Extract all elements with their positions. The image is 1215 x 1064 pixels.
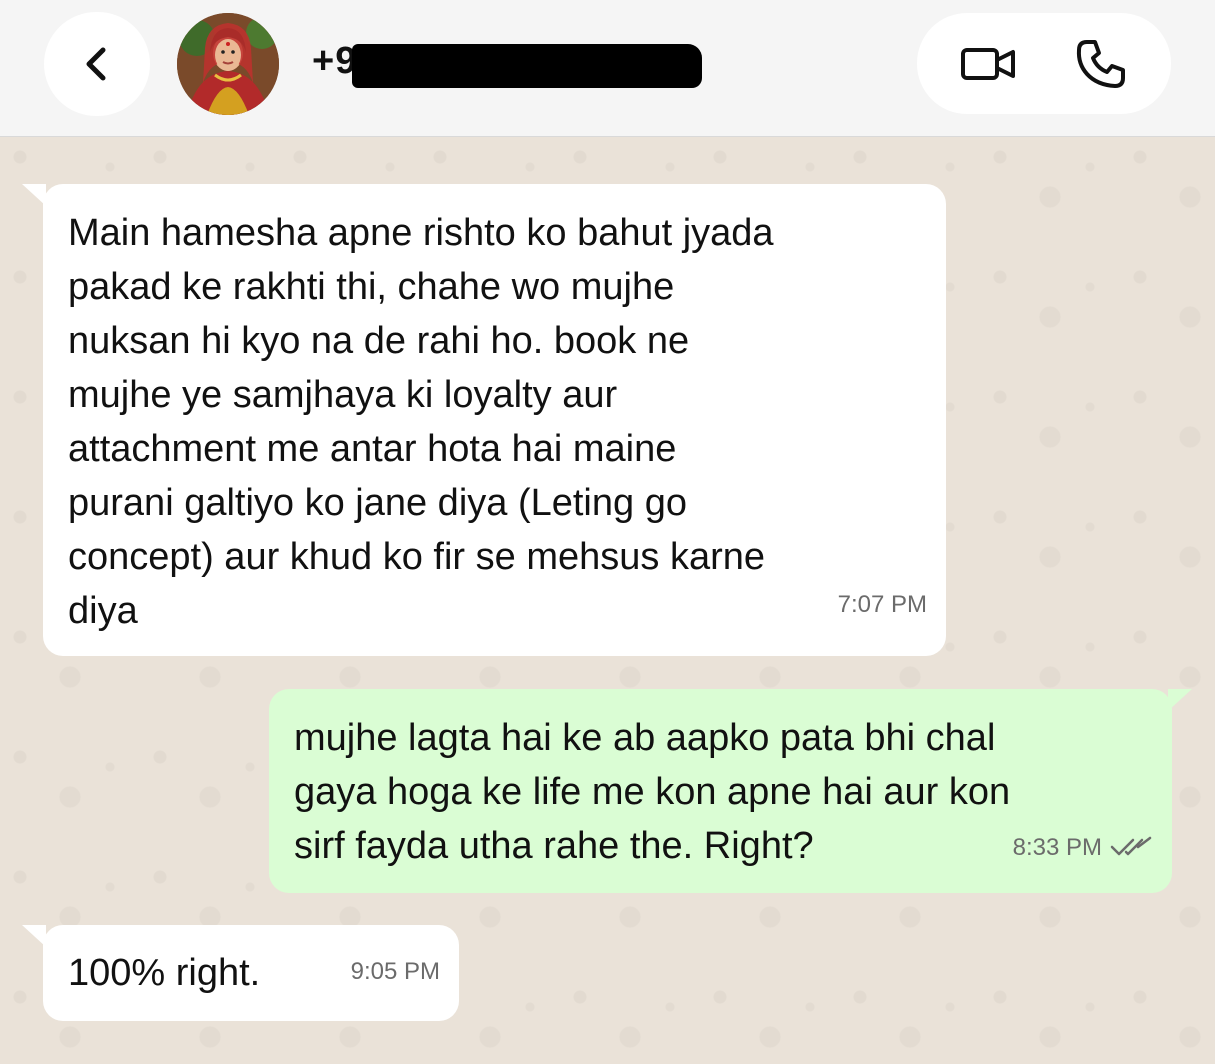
incoming-message[interactable]: Main hamesha apne rishto ko bahut jyada … [43, 184, 946, 656]
message-time: 9:05 PM [350, 958, 440, 985]
redaction-mark [352, 44, 702, 88]
read-double-check-icon [1110, 836, 1152, 856]
chevron-left-icon [86, 47, 106, 81]
voice-call-button[interactable] [1046, 13, 1156, 114]
phone-icon [1076, 39, 1125, 88]
incoming-message[interactable]: 100% right. 9:05 PM [43, 925, 459, 1021]
message-text: Main hamesha apne rishto ko bahut jyada … [68, 212, 774, 632]
contact-avatar[interactable] [177, 13, 279, 115]
video-call-icon [961, 47, 1015, 80]
chat-header: +9 [0, 0, 1215, 137]
call-actions [917, 13, 1171, 114]
message-time: 8:33 PM [1012, 834, 1102, 861]
contact-name[interactable]: +9 [312, 40, 357, 83]
message-time: 7:07 PM [837, 591, 927, 618]
message-text: 100% right. [68, 952, 261, 994]
back-button[interactable] [44, 12, 150, 116]
video-call-button[interactable] [934, 13, 1044, 114]
outgoing-message[interactable]: mujhe lagta hai ke ab aapko pata bhi cha… [269, 689, 1172, 893]
avatar-photo [177, 13, 279, 115]
